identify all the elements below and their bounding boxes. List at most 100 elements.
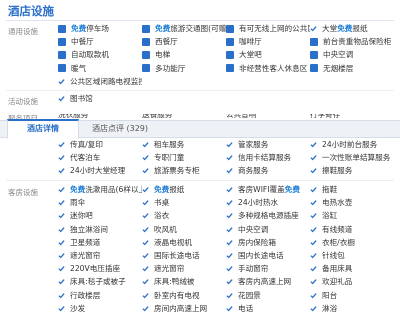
check-icon bbox=[226, 141, 233, 148]
facility-row: 卫星频道 液晶电视机 房内保险箱 衣柜/衣橱 bbox=[58, 236, 396, 249]
check-icon bbox=[58, 154, 65, 161]
facility-item: 吹风机 bbox=[142, 224, 226, 235]
check-icon bbox=[310, 265, 317, 272]
facility-item: 免费旅游交通图(可赠... bbox=[142, 23, 226, 34]
facility-item: 图书馆 bbox=[58, 93, 142, 104]
check-icon bbox=[58, 199, 65, 206]
facility-row: 行政楼层 卧室内有电视 花园景 阳台 bbox=[58, 289, 396, 302]
check-icon bbox=[58, 292, 65, 299]
facility-item: 书桌 bbox=[142, 197, 226, 208]
facility-item: 有可无线上网的公共区... bbox=[226, 23, 310, 34]
facility-label: 书桌 bbox=[154, 198, 170, 208]
check-icon bbox=[310, 154, 317, 161]
facility-label: 商务服务 bbox=[238, 166, 269, 176]
facility-item: 国际长途电话 bbox=[142, 250, 226, 261]
check-icon bbox=[226, 239, 233, 246]
facility-label: 代客泊车 bbox=[70, 153, 101, 163]
free-highlight: 免费 bbox=[70, 185, 86, 195]
facility-label: 24小时大堂经理 bbox=[70, 166, 126, 176]
facility-label: 沙发 bbox=[70, 303, 86, 313]
facility-row: 独立淋浴间 吹风机 中央空调 有线频道 bbox=[58, 223, 396, 236]
activity-facilities-label: 活动设施 bbox=[8, 97, 38, 106]
facility-label: 租车服务 bbox=[154, 140, 185, 150]
facility-label: 遮光窗帘 bbox=[70, 251, 101, 261]
check-icon bbox=[142, 226, 149, 233]
facility-item: 免费 报纸 bbox=[142, 184, 226, 195]
facility-label: 咖啡厅 bbox=[239, 37, 262, 47]
tab-hotel-reviews[interactable]: 酒店点评 (329) bbox=[80, 121, 160, 136]
facility-label: 公共区域闭路电视监控... bbox=[70, 76, 142, 86]
check-icon bbox=[226, 212, 233, 219]
facility-label: 遮光窗帘 bbox=[154, 264, 185, 274]
check-icon bbox=[310, 239, 317, 246]
facility-item: 花园景 bbox=[226, 290, 310, 301]
free-highlight: 免费 bbox=[155, 24, 171, 34]
check-icon bbox=[58, 212, 65, 219]
facility-item: 免费 停车场 bbox=[58, 23, 142, 34]
check-icon bbox=[142, 278, 149, 285]
check-icon bbox=[142, 305, 149, 312]
title-divider bbox=[6, 20, 394, 21]
facility-label: 报纸 bbox=[169, 185, 185, 195]
facility-label: 拖鞋 bbox=[322, 185, 338, 195]
check-icon bbox=[58, 78, 65, 85]
facility-item: 24小时大堂经理 bbox=[58, 165, 142, 176]
check-icon bbox=[58, 239, 65, 246]
activity-facilities-grid: 图书馆 bbox=[58, 92, 396, 105]
facility-label: 洗漱用品(6样以上) bbox=[85, 185, 142, 195]
check-icon bbox=[310, 212, 317, 219]
check-icon bbox=[58, 278, 65, 285]
facility-label: 24小时前台服务 bbox=[322, 140, 378, 150]
facility-label: 中央空调 bbox=[238, 224, 269, 234]
facility-label: 雨伞 bbox=[70, 198, 86, 208]
facility-item: 电话 bbox=[226, 303, 310, 314]
free-highlight: 免费 bbox=[71, 24, 87, 34]
facility-label: 床具:毯子或被子 bbox=[70, 277, 126, 287]
facility-label: 管家服务 bbox=[238, 140, 269, 150]
facility-item: 拖鞋 bbox=[310, 184, 394, 195]
facility-label: 无烟楼层 bbox=[323, 63, 354, 73]
facility-item: 自动取款机 bbox=[58, 49, 142, 60]
facility-item: 有线频道 bbox=[310, 224, 394, 235]
facility-label: 淋浴 bbox=[322, 303, 338, 313]
check-icon bbox=[142, 154, 149, 161]
check-icon bbox=[142, 167, 149, 174]
facility-item: 欢迎礼品 bbox=[310, 276, 394, 287]
tab-hotel-details[interactable]: 酒店详情 bbox=[7, 119, 79, 139]
check-icon bbox=[142, 141, 149, 148]
free-highlight: 免费 bbox=[284, 185, 300, 195]
elevator-icon bbox=[142, 50, 150, 59]
facility-row: 220V电压插座 遮光窗帘 手动窗帘 备用床具 bbox=[58, 262, 396, 275]
facility-label: 传真/复印 bbox=[70, 140, 103, 150]
check-icon bbox=[142, 292, 149, 299]
section-divider bbox=[6, 90, 394, 91]
facility-row: 免费停车场免费旅游交通图(可赠...有可无线上网的公共区...大堂免费报纸 bbox=[58, 22, 396, 35]
ac-icon bbox=[310, 50, 318, 59]
facility-item: 房间内高速上网 bbox=[142, 303, 226, 314]
coffee-icon bbox=[226, 37, 234, 46]
facility-label: 备用床具 bbox=[322, 264, 353, 274]
facility-label: 多功能厅 bbox=[155, 63, 186, 73]
check-icon bbox=[58, 141, 65, 148]
facility-row: 24小时大堂经理 旅游票务专柜 商务服务 擦鞋服务 bbox=[58, 164, 396, 177]
service-items-grid: 传真/复印 租车服务 管家服务 24小时前台服务 代客泊车 专职门童 信用卡结算服务 一次性账… bbox=[58, 138, 396, 178]
facility-label: 一次性账单结算服务 bbox=[322, 153, 391, 163]
facility-label: 自动取款机 bbox=[71, 50, 109, 60]
check-icon bbox=[58, 167, 65, 174]
facility-label: 手动窗帘 bbox=[238, 264, 269, 274]
facility-item: 商务服务 bbox=[226, 165, 310, 176]
restaurant-icon bbox=[58, 37, 66, 46]
check-icon bbox=[142, 239, 149, 246]
facility-item: 24小时热水 bbox=[226, 197, 310, 208]
facility-item: 遮光窗帘 bbox=[58, 250, 142, 261]
facility-label: 报纸 bbox=[352, 24, 368, 34]
facility-item: 大堂吧 bbox=[226, 49, 310, 60]
facility-row: 中餐厅 西餐厅 咖啡厅 前台贵重物品保险柜 bbox=[58, 35, 396, 48]
facility-label: 图书馆 bbox=[70, 94, 93, 104]
facility-item: 电梯 bbox=[142, 49, 226, 60]
luggage-icon bbox=[310, 37, 318, 46]
nosmoke-icon bbox=[226, 64, 234, 73]
facility-item: 无烟楼层 bbox=[310, 63, 394, 74]
check-icon bbox=[226, 226, 233, 233]
facility-label: 停车场 bbox=[86, 24, 109, 34]
